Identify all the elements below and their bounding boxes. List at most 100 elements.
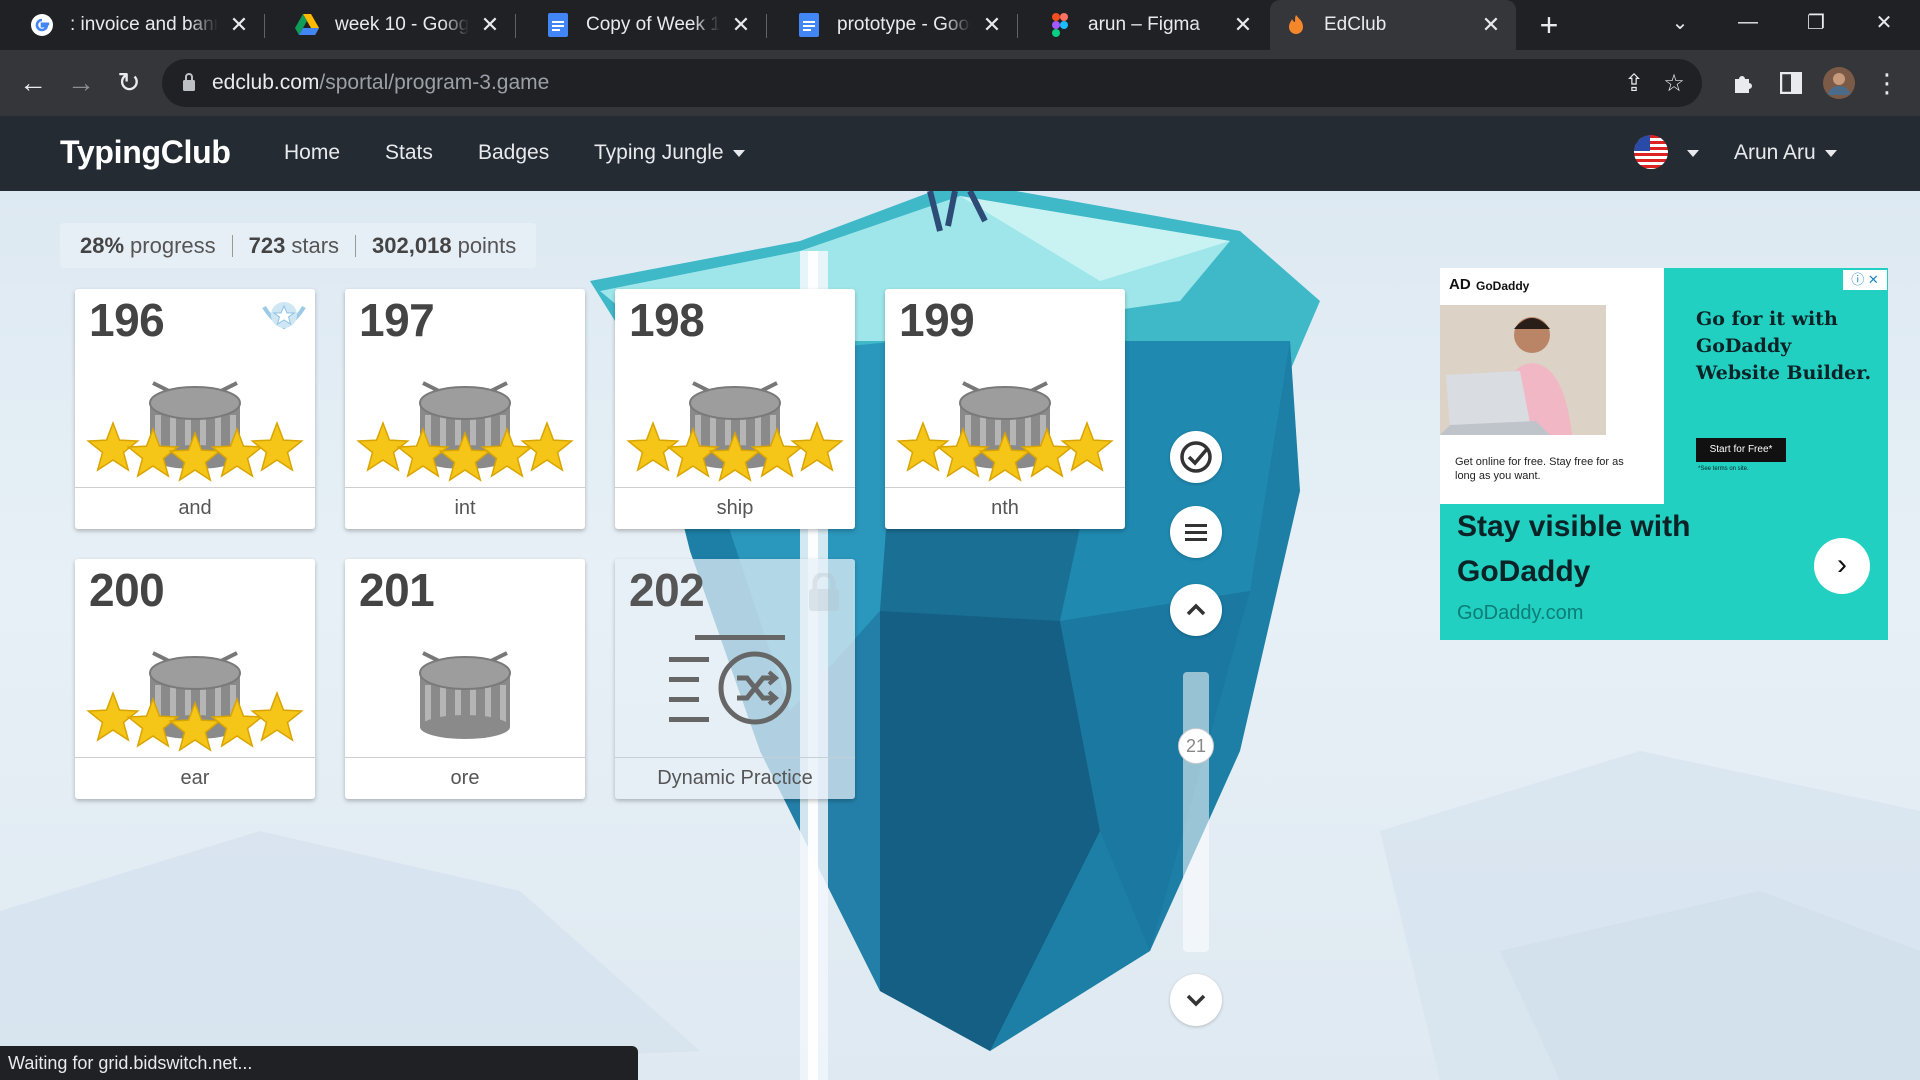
drum-with-stars-illustration [896, 381, 1114, 482]
ad-brand: GoDaddy [1476, 279, 1530, 293]
ad-photo [1440, 305, 1606, 435]
tab-week10[interactable]: week 10 - Google D ✕ [265, 0, 515, 50]
extensions-puzzle-icon[interactable] [1724, 64, 1762, 102]
shuffle-practice-icon [669, 635, 792, 725]
level-scroll-handle[interactable]: 21 [1178, 728, 1214, 764]
share-icon[interactable]: ⇪ [1620, 70, 1648, 98]
bookmark-star-icon[interactable]: ☆ [1660, 70, 1688, 98]
divider [355, 234, 357, 257]
lesson-label: and [75, 487, 315, 529]
points-count: 302,018 [372, 232, 452, 258]
tab-invoice[interactable]: : invoice and banne ✕ [0, 0, 264, 50]
user-name: Arun Aru [1734, 141, 1816, 164]
address-bar[interactable]: edclub.com/sportal/program-3.game ⇪ ☆ [162, 59, 1702, 107]
close-icon[interactable]: ✕ [1480, 12, 1502, 38]
lesson-number: 202 [629, 564, 705, 616]
lesson-card-197[interactable]: 197 int [345, 289, 585, 529]
lesson-label: Dynamic Practice [615, 757, 855, 799]
nav-home[interactable]: Home [284, 141, 340, 165]
lesson-card-199[interactable]: 199 nth [885, 289, 1125, 529]
minimize-button[interactable]: — [1720, 0, 1776, 44]
figma-icon [1048, 13, 1072, 37]
nav-typing-jungle[interactable]: Typing Jungle [594, 141, 745, 165]
chevron-up-icon [1186, 603, 1206, 616]
close-icon[interactable]: ✕ [228, 12, 250, 38]
points-label: points [457, 232, 517, 258]
tab-title: EdClub [1324, 14, 1387, 35]
check-circle-icon [1180, 441, 1212, 473]
tab-title: week 10 - Google D [335, 14, 469, 35]
ad-fine-print: *See terms on site. [1698, 466, 1749, 472]
ad-small-text: Get online for free. Stay free for as lo… [1455, 456, 1624, 482]
close-icon[interactable]: ✕ [981, 12, 1003, 38]
lesson-map: 28% progress 723 stars 302,018 points 196 a… [0, 191, 1920, 1080]
progress-label: progress [130, 232, 216, 258]
ad-start-free-button[interactable]: Start for Free* [1696, 438, 1786, 462]
drum-with-stars-illustration [86, 651, 304, 752]
close-icon[interactable]: ✕ [730, 12, 752, 38]
nav-typing-jungle-label: Typing Jungle [594, 141, 724, 164]
check-progress-button[interactable] [1170, 431, 1222, 483]
lesson-card-196[interactable]: 196 and [75, 289, 315, 529]
language-chevron-down-icon[interactable] [1687, 150, 1699, 157]
lesson-label: ship [615, 487, 855, 529]
tab-title: prototype - Google [837, 14, 971, 35]
ad-choices-icon[interactable]: ⓘ ✕ [1843, 270, 1887, 290]
medal-badge-icon [262, 302, 306, 330]
close-icon[interactable]: ✕ [479, 12, 501, 38]
close-window-button[interactable]: ✕ [1856, 0, 1912, 44]
menu-button[interactable] [1170, 506, 1222, 558]
tab-prototype[interactable]: prototype - Google ✕ [767, 0, 1017, 50]
google-docs-icon [546, 13, 570, 37]
stars-label: stars [291, 232, 340, 258]
us-flag-icon[interactable] [1634, 135, 1668, 169]
reload-icon[interactable]: ↻ [110, 64, 148, 102]
lesson-label: ore [345, 757, 585, 799]
stars-count: 723 [248, 232, 286, 258]
tab-search-chevron-icon[interactable]: ⌄ [1652, 0, 1708, 44]
progress-summary: 28% progress 723 stars 302,018 points [60, 223, 537, 268]
lesson-number: 199 [899, 294, 975, 346]
tab-figma[interactable]: arun – Figma ✕ [1018, 0, 1268, 50]
tab-copy-week10[interactable]: Copy of Week 10_W ✕ [516, 0, 766, 50]
more-menu-icon[interactable]: ⋮ [1868, 64, 1906, 102]
forward-arrow-icon[interactable]: → [62, 64, 100, 102]
lock-icon [183, 73, 195, 91]
lesson-card-198[interactable]: 198 ship [615, 289, 855, 529]
site-navbar: TypingClub Home Stats Badges Typing Jung… [0, 116, 1920, 191]
lesson-label: ear [75, 757, 315, 799]
lesson-number: 198 [629, 294, 705, 346]
chevron-right-icon[interactable]: › [1814, 538, 1870, 594]
scroll-down-button[interactable] [1170, 974, 1222, 1026]
level-scrollbar[interactable] [1183, 672, 1209, 952]
typingclub-logo[interactable]: TypingClub [60, 134, 231, 171]
lesson-number: 197 [359, 294, 435, 346]
nav-badges[interactable]: Badges [478, 141, 549, 165]
back-arrow-icon[interactable]: ← [14, 64, 52, 102]
drum-with-stars-illustration [626, 381, 844, 482]
chevron-down-icon [732, 149, 745, 157]
google-drive-icon [295, 13, 319, 37]
nav-stats[interactable]: Stats [385, 141, 433, 165]
lock-icon [809, 573, 839, 611]
lesson-card-200[interactable]: 200 ear [75, 559, 315, 799]
side-panel-icon[interactable] [1772, 64, 1810, 102]
restore-button[interactable]: ❐ [1788, 0, 1844, 44]
lesson-card-202[interactable]: 202 Dynamic Practice [615, 559, 855, 799]
lesson-number: 196 [89, 294, 165, 346]
tab-edclub[interactable]: EdClub ✕ [1270, 0, 1516, 50]
rating-star-icon [250, 690, 304, 742]
user-menu[interactable]: Arun Aru [1734, 141, 1837, 165]
drum-icon [419, 651, 511, 739]
ad-big-text: Stay visible with GoDaddy [1457, 510, 1691, 588]
lesson-label: int [345, 487, 585, 529]
scroll-up-button[interactable] [1170, 584, 1222, 636]
close-icon[interactable]: ✕ [1232, 12, 1254, 38]
progress-percent: 28% [80, 232, 125, 258]
profile-avatar[interactable] [1820, 64, 1858, 102]
new-tab-button[interactable]: + [1530, 6, 1568, 44]
lesson-card-201[interactable]: 201 ore [345, 559, 585, 799]
tab-title: : invoice and banne [70, 14, 218, 35]
godaddy-advertisement[interactable]: AD GoDaddy Get online for free. Stay fre… [1440, 268, 1888, 640]
lesson-label: nth [885, 487, 1125, 529]
